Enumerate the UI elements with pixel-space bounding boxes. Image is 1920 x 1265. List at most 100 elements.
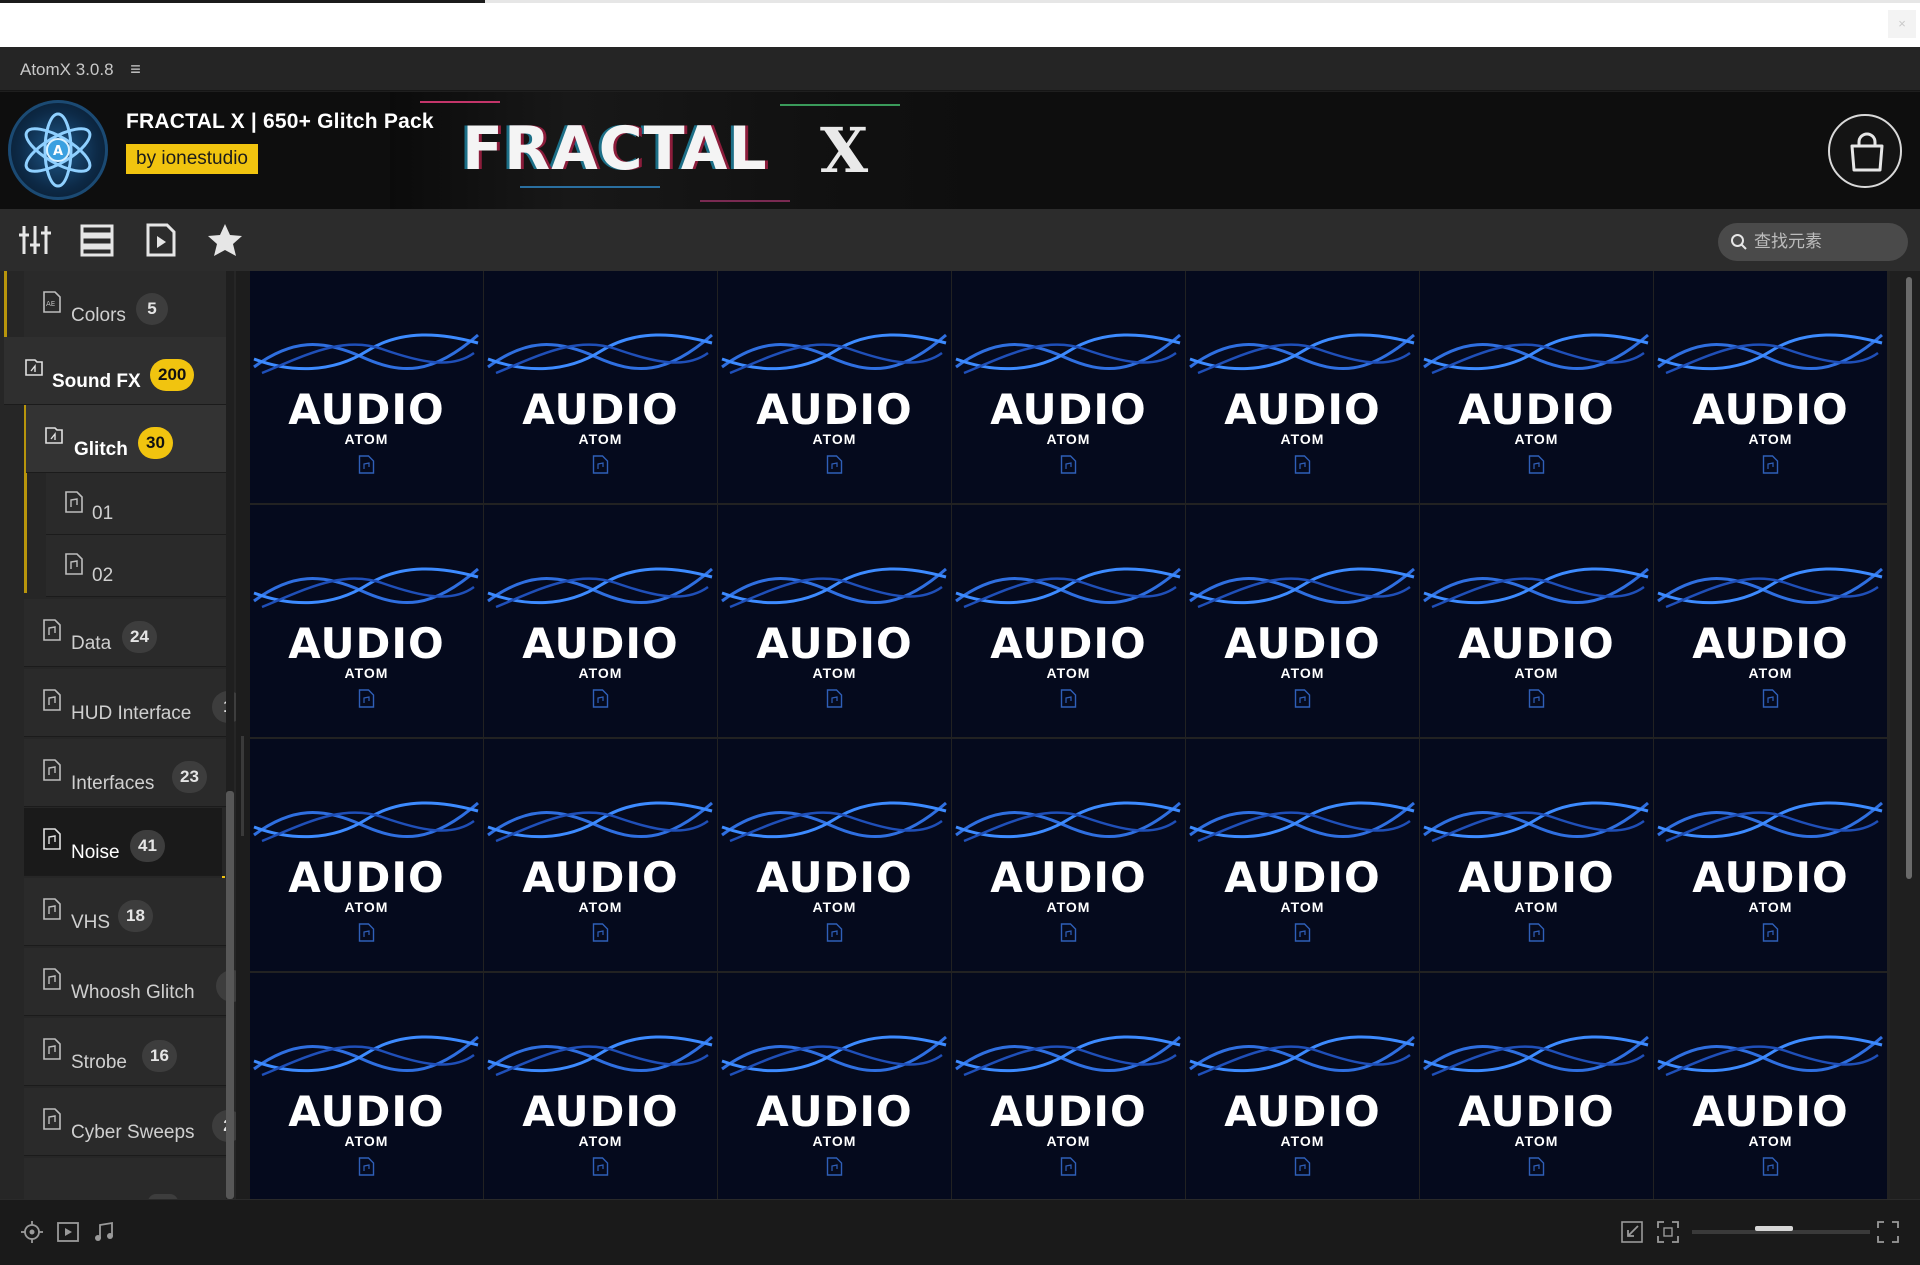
- category-sidebar: AE Colors 5 Sound FX 200 Glitch 30 01 02: [0, 271, 236, 1199]
- sidebar-item-data[interactable]: Data 24: [24, 599, 226, 667]
- audio-tile[interactable]: AUDIO ATOM: [1654, 505, 1887, 737]
- tile-title: AUDIO: [756, 385, 913, 434]
- fullscreen-icon[interactable]: [1656, 1220, 1680, 1244]
- store-button[interactable]: [1828, 114, 1902, 188]
- audio-tile[interactable]: AUDIO ATOM: [250, 973, 483, 1199]
- audio-tile[interactable]: AUDIO ATOM: [1654, 739, 1887, 971]
- audio-file-icon: [1294, 689, 1311, 708]
- sidebar-item-hud-interface[interactable]: HUD Interface 1: [24, 669, 236, 737]
- audio-tile[interactable]: AUDIO ATOM: [484, 505, 717, 737]
- app-title: AtomX 3.0.8: [20, 60, 114, 79]
- search-icon: [1731, 234, 1747, 250]
- audio-tile[interactable]: AUDIO ATOM: [250, 739, 483, 971]
- sidebar-item-cyber-sweeps[interactable]: Cyber Sweeps 2: [24, 1088, 236, 1156]
- audio-tile[interactable]: AUDIO ATOM: [1420, 973, 1653, 1199]
- audio-tile[interactable]: AUDIO ATOM: [1186, 973, 1419, 1199]
- audio-tile[interactable]: AUDIO ATOM: [1654, 973, 1887, 1199]
- topstrip-dark-segment: [0, 0, 485, 3]
- tile-subtitle: ATOM: [812, 431, 857, 447]
- audio-tile[interactable]: AUDIO ATOM: [1186, 271, 1419, 503]
- sidebar-item-partial[interactable]: [24, 1158, 226, 1199]
- grid-scrollbar[interactable]: [1904, 271, 1914, 1199]
- audio-tile[interactable]: AUDIO ATOM: [250, 505, 483, 737]
- waveform-art: [955, 567, 1181, 609]
- tile-title: AUDIO: [1224, 385, 1381, 434]
- audio-tile[interactable]: AUDIO ATOM: [718, 973, 951, 1199]
- sidebar-item-label: Interfaces: [71, 773, 155, 794]
- sidebar-item-vhs[interactable]: VHS 18: [24, 878, 226, 946]
- audio-tile[interactable]: AUDIO ATOM: [1420, 505, 1653, 737]
- tile-title: AUDIO: [288, 385, 445, 434]
- sidebar-item-colors[interactable]: AE Colors 5: [24, 271, 226, 339]
- sliders-icon[interactable]: [16, 221, 54, 259]
- sidebar-item-glitch[interactable]: Glitch 30: [26, 405, 226, 473]
- tile-subtitle: ATOM: [1514, 1133, 1559, 1149]
- sidebar-item-01[interactable]: 01: [46, 473, 226, 535]
- waveform-art: [253, 567, 479, 609]
- tile-subtitle: ATOM: [1514, 899, 1559, 915]
- sidebar-item-interfaces[interactable]: Interfaces 23: [24, 739, 226, 807]
- waveform-art: [1657, 1035, 1883, 1077]
- audio-file-icon: [1528, 923, 1545, 942]
- audio-file-icon: [1528, 455, 1545, 474]
- sidebar-item-noise[interactable]: Noise 41: [24, 808, 222, 876]
- audio-file-icon: [592, 689, 609, 708]
- hamburger-icon[interactable]: ≡: [130, 47, 141, 91]
- zoom-slider-thumb[interactable]: [1755, 1226, 1793, 1231]
- audio-tile[interactable]: AUDIO ATOM: [1654, 271, 1887, 503]
- audio-tile[interactable]: AUDIO ATOM: [952, 973, 1185, 1199]
- close-icon[interactable]: ×: [1888, 10, 1916, 38]
- sidebar-scroll-thumb[interactable]: [226, 791, 234, 1199]
- sidebar-item-02[interactable]: 02: [46, 535, 226, 597]
- audio-tile[interactable]: AUDIO ATOM: [718, 739, 951, 971]
- audio-tile[interactable]: AUDIO ATOM: [1186, 739, 1419, 971]
- audio-file-icon: [1294, 1157, 1311, 1176]
- tile-subtitle: ATOM: [1514, 665, 1559, 681]
- panel-resize-divider[interactable]: [236, 271, 250, 1199]
- waveform-art: [721, 333, 947, 375]
- audio-tile[interactable]: AUDIO ATOM: [484, 739, 717, 971]
- audio-tile[interactable]: AUDIO ATOM: [1186, 505, 1419, 737]
- tile-subtitle: ATOM: [344, 665, 389, 681]
- sidebar-scrollbar[interactable]: [226, 271, 234, 1199]
- search-input[interactable]: 查找元素: [1718, 223, 1908, 261]
- tile-title: AUDIO: [1224, 853, 1381, 902]
- audio-tile[interactable]: AUDIO ATOM: [250, 271, 483, 503]
- tile-title: AUDIO: [288, 619, 445, 668]
- audio-tile[interactable]: AUDIO ATOM: [484, 271, 717, 503]
- author-badge[interactable]: by ionestudio: [126, 144, 258, 174]
- video-icon[interactable]: [56, 1220, 80, 1244]
- divider-grip[interactable]: [241, 736, 244, 836]
- sidebar-item-sound-fx[interactable]: Sound FX 200: [4, 337, 226, 405]
- target-icon[interactable]: [20, 1220, 44, 1244]
- waveform-art: [487, 1035, 713, 1077]
- item-count-badge: 200: [150, 359, 195, 391]
- waveform-art: [1423, 1035, 1649, 1077]
- audio-file-icon: [43, 898, 61, 920]
- pack-title: FRACTAL X | 650+ Glitch Pack: [126, 110, 434, 133]
- search-placeholder: 查找元素: [1754, 232, 1822, 251]
- audio-tile[interactable]: AUDIO ATOM: [1420, 739, 1653, 971]
- list-view-icon[interactable]: [78, 221, 116, 259]
- sidebar-item-label: Colors: [71, 305, 126, 326]
- audio-tile[interactable]: AUDIO ATOM: [1420, 271, 1653, 503]
- audio-tile[interactable]: AUDIO ATOM: [718, 271, 951, 503]
- grid-scroll-thumb[interactable]: [1906, 277, 1912, 879]
- sidebar-item-whoosh-glitch[interactable]: Whoosh Glitch: [24, 948, 236, 1016]
- sidebar-item-label: Whoosh Glitch: [71, 982, 195, 1003]
- audio-tile[interactable]: AUDIO ATOM: [952, 505, 1185, 737]
- grid-size-icon[interactable]: [1876, 1220, 1900, 1244]
- item-count-badge: 41: [130, 830, 165, 862]
- star-icon[interactable]: [206, 221, 244, 259]
- waveform-art: [253, 801, 479, 843]
- sidebar-item-label: 01: [92, 503, 114, 524]
- shrink-icon[interactable]: [1620, 1220, 1644, 1244]
- audio-tile[interactable]: AUDIO ATOM: [484, 973, 717, 1199]
- audio-tile[interactable]: AUDIO ATOM: [952, 271, 1185, 503]
- audio-tile[interactable]: AUDIO ATOM: [952, 739, 1185, 971]
- audio-file-icon: [1762, 923, 1779, 942]
- sidebar-item-strobe[interactable]: Strobe 16: [24, 1018, 226, 1086]
- video-preview-icon[interactable]: [142, 221, 180, 259]
- audio-tile[interactable]: AUDIO ATOM: [718, 505, 951, 737]
- music-note-icon[interactable]: [92, 1220, 116, 1244]
